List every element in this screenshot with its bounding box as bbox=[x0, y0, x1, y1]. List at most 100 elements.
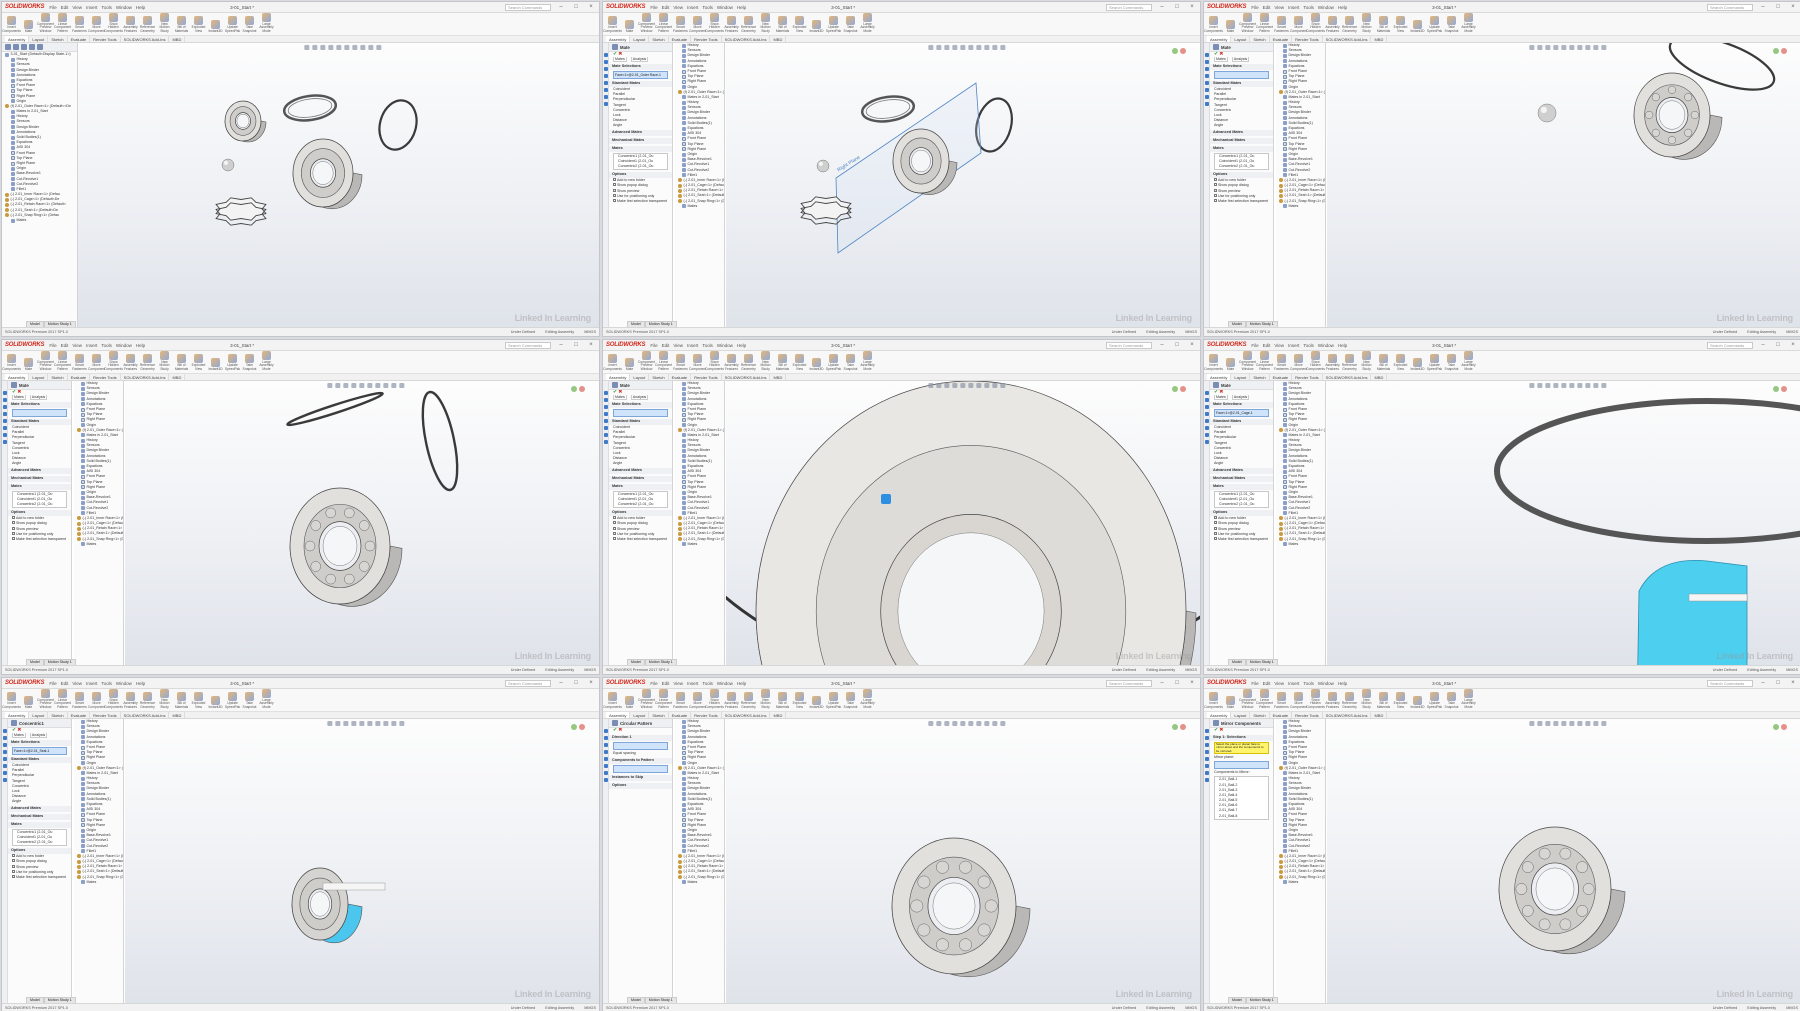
close-icon[interactable]: × bbox=[586, 342, 596, 348]
tab-render-tools[interactable]: Render Tools bbox=[90, 712, 121, 718]
section-mates[interactable]: Mates bbox=[609, 146, 672, 152]
standard-mate-option[interactable]: Angle bbox=[609, 123, 672, 128]
cancel-icon[interactable]: ✖ bbox=[1219, 728, 1223, 733]
ribbon-button[interactable]: Assembly Features bbox=[123, 354, 138, 371]
task-icon[interactable] bbox=[603, 412, 608, 416]
edit-appearance-icon[interactable] bbox=[984, 383, 990, 388]
confirm-ok-icon[interactable] bbox=[1773, 48, 1779, 54]
checkbox-icon[interactable] bbox=[1214, 198, 1217, 202]
ribbon-button[interactable]: Mate bbox=[1224, 357, 1237, 372]
ribbon-button[interactable]: Exploded View bbox=[1394, 692, 1407, 709]
previous-view-icon[interactable] bbox=[319, 45, 325, 50]
ribbon-button[interactable]: Large Assembly Mode bbox=[259, 688, 274, 710]
hide-show-icon[interactable] bbox=[976, 383, 982, 388]
ok-icon[interactable]: ✔ bbox=[613, 728, 617, 733]
edit-appearance-icon[interactable] bbox=[1585, 721, 1591, 726]
hide-show-icon[interactable] bbox=[1577, 721, 1583, 726]
graphics-area[interactable]: Linked In Learning bbox=[1327, 43, 1800, 327]
confirm-ok-icon[interactable] bbox=[1172, 386, 1178, 392]
confirm-cancel-icon[interactable] bbox=[1781, 48, 1787, 54]
maximize-icon[interactable]: □ bbox=[1172, 4, 1182, 10]
config-tab-icon[interactable] bbox=[21, 44, 27, 50]
section-advanced-mates[interactable]: Advanced Mates bbox=[8, 468, 71, 475]
scene-icon[interactable] bbox=[391, 721, 397, 726]
checkbox-icon[interactable] bbox=[12, 874, 15, 878]
ribbon-button[interactable]: Instant3D bbox=[208, 19, 223, 34]
edit-appearance-icon[interactable] bbox=[984, 721, 990, 726]
view-orientation-icon[interactable] bbox=[960, 45, 966, 50]
tab-assembly[interactable]: Assembly bbox=[606, 712, 631, 718]
ribbon-button[interactable]: Smart Fasteners bbox=[1274, 354, 1289, 371]
tab-render-tools[interactable]: Render Tools bbox=[691, 374, 722, 380]
ribbon-button[interactable]: Linear Component Pattern bbox=[1256, 12, 1273, 34]
search-commands-input[interactable]: Search Commands bbox=[505, 679, 551, 687]
checkbox-icon[interactable] bbox=[613, 188, 616, 192]
menu-item[interactable]: Insert bbox=[86, 681, 97, 686]
section-step-1[interactable]: Step 1: Selections bbox=[1210, 735, 1273, 741]
checkbox-icon[interactable] bbox=[1214, 188, 1217, 192]
menu-item[interactable]: Tools bbox=[1303, 343, 1314, 348]
checkbox-icon[interactable] bbox=[613, 521, 616, 525]
menu-item[interactable]: File bbox=[1251, 5, 1258, 10]
menu-item[interactable]: File bbox=[1251, 343, 1258, 348]
flyout-feature-tree[interactable]: History Sensors Design Binder Annotations Eq… bbox=[675, 43, 725, 327]
confirm-cancel-icon[interactable] bbox=[1781, 724, 1787, 730]
ribbon-button[interactable]: Large Assembly Mode bbox=[1461, 350, 1476, 372]
task-icon[interactable] bbox=[603, 60, 608, 64]
ribbon-button[interactable]: Linear Component Pattern bbox=[655, 12, 672, 34]
menu-item[interactable]: Help bbox=[136, 681, 145, 686]
ribbon-button[interactable]: Show Hidden Components bbox=[104, 688, 123, 710]
tab-layout[interactable]: Layout bbox=[1231, 36, 1251, 42]
task-icon[interactable] bbox=[603, 67, 608, 71]
task-icon[interactable] bbox=[2, 729, 7, 733]
tab-layout[interactable]: Layout bbox=[29, 374, 49, 380]
task-icon[interactable] bbox=[1204, 405, 1209, 409]
tab-solidworks-add-ins[interactable]: SOLIDWORKS Add-Ins bbox=[1323, 374, 1372, 380]
mate-selection-box[interactable] bbox=[12, 409, 67, 418]
tab-solidworks-add-ins[interactable]: SOLIDWORKS Add-Ins bbox=[722, 374, 771, 380]
hide-show-icon[interactable] bbox=[976, 721, 982, 726]
assembly-model[interactable] bbox=[891, 837, 1031, 978]
task-icon[interactable] bbox=[2, 419, 7, 423]
zoom-to-fit-icon[interactable] bbox=[303, 45, 309, 50]
graphics-area[interactable]: Linked In Learning bbox=[1327, 381, 1800, 665]
zoom-area-icon[interactable] bbox=[1537, 721, 1543, 726]
task-icon[interactable] bbox=[1204, 433, 1209, 437]
ribbon-button[interactable]: Take Snapshot bbox=[1445, 16, 1458, 33]
task-icon[interactable] bbox=[2, 778, 7, 782]
ribbon-button[interactable]: Large Assembly Mode bbox=[860, 12, 875, 34]
option-checkbox[interactable]: Make first selection transparent bbox=[609, 198, 672, 204]
assembly-model[interactable] bbox=[286, 389, 464, 607]
ribbon-button[interactable]: Component Preview Window bbox=[37, 688, 54, 710]
scene-icon[interactable] bbox=[367, 45, 373, 50]
display-style-icon[interactable] bbox=[1569, 721, 1575, 726]
close-icon[interactable]: × bbox=[1788, 342, 1798, 348]
menu-item[interactable]: View bbox=[673, 5, 683, 10]
ribbon-button[interactable]: Exploded View bbox=[192, 16, 205, 33]
assembly-model[interactable] bbox=[800, 82, 1017, 254]
task-icon[interactable] bbox=[603, 81, 608, 85]
property-manager[interactable]: Mate ✔ ✖ Mates Analysis Mate Selections Stand… bbox=[1210, 43, 1274, 327]
ribbon-button[interactable]: Mate bbox=[623, 695, 636, 710]
menu-item[interactable]: Tools bbox=[101, 343, 112, 348]
direction-selection-box[interactable] bbox=[613, 741, 668, 750]
menu-item[interactable]: Insert bbox=[86, 5, 97, 10]
tab-layout[interactable]: Layout bbox=[630, 36, 650, 42]
menu-item[interactable]: Insert bbox=[687, 681, 698, 686]
ribbon-button[interactable]: Smart Fasteners bbox=[673, 692, 688, 709]
tab-render-tools[interactable]: Render Tools bbox=[1292, 712, 1323, 718]
ribbon-button[interactable]: New Motion Study bbox=[1360, 688, 1373, 710]
task-icon[interactable] bbox=[2, 391, 7, 395]
assembly-model[interactable] bbox=[291, 867, 386, 944]
minimize-icon[interactable]: – bbox=[1157, 342, 1167, 348]
task-icon[interactable] bbox=[1204, 88, 1209, 92]
task-icon[interactable] bbox=[603, 426, 608, 430]
zoom-area-icon[interactable] bbox=[311, 45, 317, 50]
task-icon[interactable] bbox=[1204, 74, 1209, 78]
task-icon[interactable] bbox=[1204, 440, 1209, 444]
task-icon[interactable] bbox=[1204, 771, 1209, 775]
feature-manager-tree[interactable]: 3-01_Start (Default<Display State-1>) His… bbox=[2, 43, 78, 327]
flyout-feature-tree[interactable]: History Sensors Design Binder Annotations Eq… bbox=[1276, 381, 1326, 665]
ribbon-button[interactable]: Mate bbox=[1224, 695, 1237, 710]
ribbon-button[interactable]: Update SpeedPak bbox=[1427, 354, 1442, 371]
